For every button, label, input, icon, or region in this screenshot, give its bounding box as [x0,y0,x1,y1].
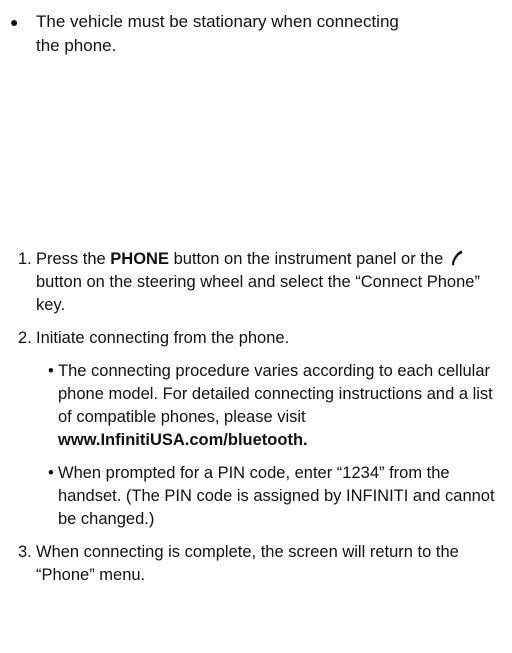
step-text: button on the instrument panel or the [168,250,448,268]
bluetooth-url[interactable]: www.InfinitiUSA.com/bluetooth. [58,431,308,449]
substep-connecting-procedure: • The connecting procedure varies accord… [48,360,496,452]
step-number: 2. [18,329,32,347]
note-text-line2: the phone. [36,36,117,55]
step-3: 3. When connecting is complete, the scre… [18,541,496,587]
step-number: 3. [18,543,32,561]
stationary-note: ● The vehicle must be stationary when co… [10,10,486,58]
phone-handset-icon [451,250,463,266]
step-number: 1. [18,250,32,268]
step-2-substeps: • The connecting procedure varies accord… [36,360,496,531]
step-text: Press the [36,250,111,268]
note-text-line1: The vehicle must be stationary when conn… [36,12,399,31]
step-1: 1. Press the PHONE button on the instrum… [18,248,496,317]
step-2: 2. Initiate connecting from the phone. •… [18,327,496,531]
substep-bullet: • [48,362,54,380]
phone-button-label: PHONE [110,250,169,268]
substep-pin-code: • When prompted for a PIN code, enter “1… [48,462,496,531]
substep-text: The connecting procedure varies accordin… [58,362,493,426]
step-text: When connecting is complete, the screen … [36,543,459,584]
substep-bullet: • [48,464,54,482]
step-text: Initiate connecting from the phone. [36,329,290,347]
substep-text: When prompted for a PIN code, enter “123… [58,464,495,528]
step-text: button on the steering wheel and select … [36,273,480,314]
note-bullet: ● [10,14,19,30]
connect-steps-list: 1. Press the PHONE button on the instrum… [18,248,496,597]
